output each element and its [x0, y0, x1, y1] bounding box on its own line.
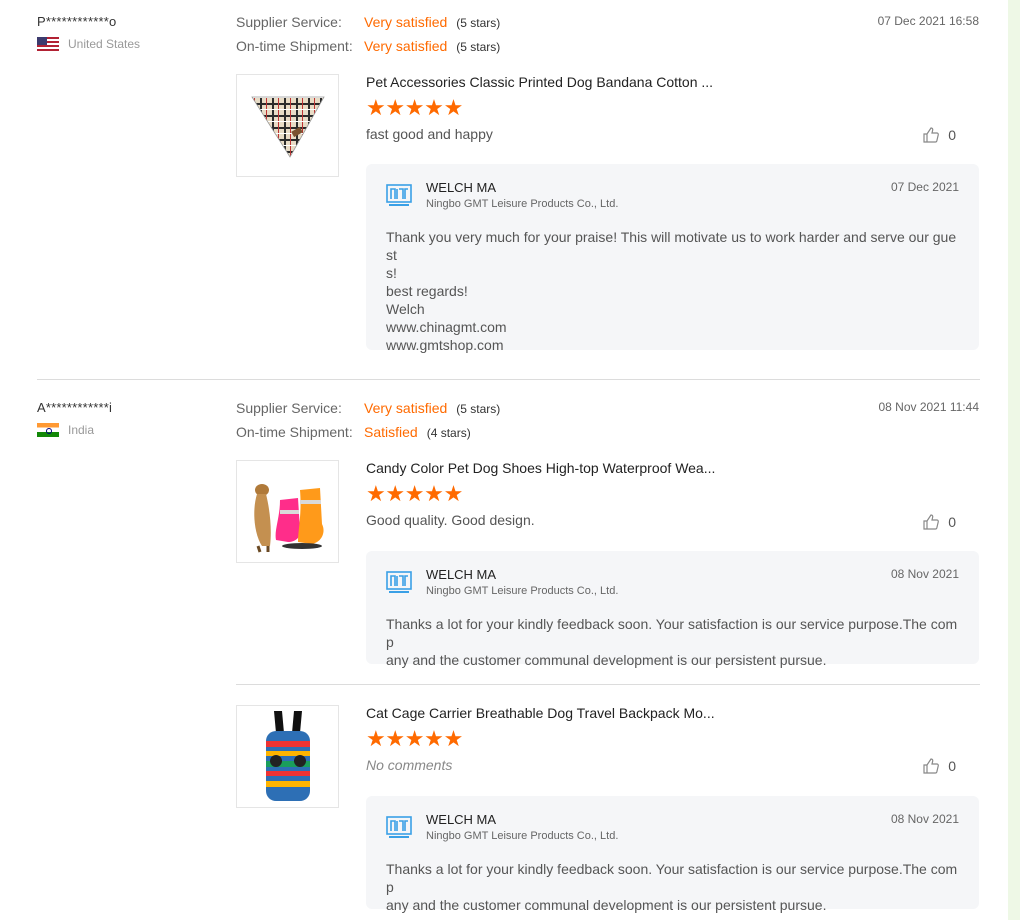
star-icon: ★ — [424, 95, 444, 120]
rating-stars-text: (4 stars) — [426, 426, 471, 440]
rating-label: Supplier Service: — [236, 400, 342, 416]
star-icon: ★ — [366, 726, 386, 751]
reply-company: Ningbo GMT Leisure Products Co., Ltd. — [426, 830, 619, 842]
shipment-rating: On-time Shipment: Satisfied (4 stars) — [236, 424, 500, 448]
star-icon: ★ — [404, 726, 425, 751]
thumbs-up-icon — [923, 514, 940, 530]
gmt-logo-icon — [386, 816, 412, 838]
product-title[interactable]: Candy Color Pet Dog Shoes High-top Water… — [366, 460, 715, 476]
reply-company: Ningbo GMT Leisure Products Co., Ltd. — [426, 585, 619, 597]
product-title[interactable]: Cat Cage Carrier Breathable Dog Travel B… — [366, 705, 715, 721]
pet-backpack-image — [265, 710, 310, 801]
rating-label: Supplier Service: — [236, 14, 342, 30]
reply-date: 07 Dec 2021 — [890, 180, 959, 194]
supplier-ratings: Supplier Service: Very satisfied (5 star… — [236, 14, 500, 62]
reviewed-product: Cat Cage Carrier Breathable Dog Travel B… — [236, 705, 980, 915]
supplier-reply: WELCH MA Ningbo GMT Leisure Products Co.… — [366, 164, 979, 353]
review-date: 07 Dec 2021 16:58 — [877, 14, 979, 28]
buyer-name: P************o — [37, 14, 117, 29]
product-star-rating: ★ ★ ★ ★ ★ — [366, 95, 464, 120]
like-button[interactable]: 0 — [922, 513, 956, 531]
reply-date: 08 Nov 2021 — [890, 812, 959, 826]
rating-value: Very satisfied — [364, 38, 448, 54]
star-icon: ★ — [443, 481, 464, 506]
gmt-logo-icon — [386, 184, 412, 206]
country-name: India — [68, 423, 95, 437]
rating-value: Very satisfied — [364, 14, 448, 30]
product-star-rating: ★ ★ ★ ★ ★ — [366, 481, 464, 506]
star-icon: ★ — [404, 481, 425, 506]
bandana-image — [250, 96, 325, 158]
product-thumbnail[interactable] — [236, 705, 339, 808]
review-item: A************i India Supplier Service: V… — [0, 400, 1010, 920]
supplier-reply: WELCH MA Ningbo GMT Leisure Products Co.… — [366, 551, 979, 668]
supplier-service-rating: Supplier Service: Very satisfied (5 star… — [236, 400, 500, 424]
star-icon: ★ — [404, 95, 425, 120]
star-icon: ★ — [385, 726, 406, 751]
like-count: 0 — [948, 758, 956, 774]
review-divider — [37, 379, 980, 380]
star-icon: ★ — [385, 95, 406, 120]
reply-text: Thanks a lot for your kindly feedback so… — [386, 861, 958, 913]
review-comment: No comments — [366, 757, 453, 773]
supplier-service-rating: Supplier Service: Very satisfied (5 star… — [236, 14, 500, 38]
rating-label: On-time Shipment: — [236, 424, 353, 440]
reply-header: WELCH MA Ningbo GMT Leisure Products Co.… — [386, 567, 959, 597]
buyer-info: P************o United States — [37, 14, 217, 51]
india-flag-icon — [37, 423, 59, 437]
product-thumbnail[interactable] — [236, 460, 339, 563]
rating-label: On-time Shipment: — [236, 38, 353, 54]
star-icon: ★ — [424, 481, 444, 506]
product-divider — [236, 684, 980, 685]
product-title[interactable]: Pet Accessories Classic Printed Dog Band… — [366, 74, 713, 90]
reply-author: WELCH MA — [426, 567, 497, 582]
reply-header: WELCH MA Ningbo GMT Leisure Products Co.… — [386, 180, 959, 210]
dog-shoes-image — [253, 483, 324, 552]
reply-text: Thank you very much for your praise! Thi… — [386, 229, 957, 353]
shipment-rating: On-time Shipment: Very satisfied (5 star… — [236, 38, 500, 62]
thumbs-up-icon — [923, 758, 940, 774]
supplier-ratings: Supplier Service: Very satisfied (5 star… — [236, 400, 500, 448]
review-comment: fast good and happy — [366, 126, 493, 142]
buyer-name: A************i — [37, 400, 113, 415]
rating-stars-text: (5 stars) — [456, 40, 501, 54]
product-star-rating: ★ ★ ★ ★ ★ — [366, 726, 464, 751]
supplier-reply: WELCH MA Ningbo GMT Leisure Products Co.… — [366, 796, 979, 913]
like-count: 0 — [948, 127, 956, 143]
review-date: 08 Nov 2021 11:44 — [878, 400, 979, 414]
review-comment: Good quality. Good design. — [366, 512, 535, 528]
reply-author: WELCH MA — [426, 180, 497, 195]
star-icon: ★ — [443, 726, 464, 751]
rating-stars-text: (5 stars) — [456, 16, 501, 30]
country-name: United States — [68, 37, 141, 51]
buyer-country: India — [37, 423, 217, 437]
reply-company: Ningbo GMT Leisure Products Co., Ltd. — [426, 198, 619, 210]
reviewed-product: Candy Color Pet Dog Shoes High-top Water… — [236, 460, 980, 668]
reply-header: WELCH MA Ningbo GMT Leisure Products Co.… — [386, 812, 959, 842]
buyer-info: A************i India — [37, 400, 217, 437]
thumbs-up-icon — [923, 127, 940, 143]
rating-value: Satisfied — [364, 424, 418, 440]
reply-text: Thanks a lot for your kindly feedback so… — [386, 616, 958, 668]
buyer-country: United States — [37, 37, 217, 51]
like-count: 0 — [948, 514, 956, 530]
reply-date: 08 Nov 2021 — [890, 567, 959, 581]
star-icon: ★ — [385, 481, 406, 506]
us-flag-icon — [37, 37, 59, 51]
like-button[interactable]: 0 — [922, 126, 956, 144]
star-icon: ★ — [424, 726, 444, 751]
star-icon: ★ — [366, 481, 386, 506]
rating-stars-text: (5 stars) — [456, 402, 501, 416]
reviewed-product: Pet Accessories Classic Printed Dog Band… — [236, 74, 980, 354]
rating-value: Very satisfied — [364, 400, 448, 416]
star-icon: ★ — [443, 95, 464, 120]
review-item: P************o United States Supplier Se… — [0, 14, 1010, 354]
like-button[interactable]: 0 — [922, 757, 956, 775]
product-thumbnail[interactable] — [236, 74, 339, 177]
reply-author: WELCH MA — [426, 812, 497, 827]
gmt-logo-icon — [386, 571, 412, 593]
star-icon: ★ — [366, 95, 386, 120]
